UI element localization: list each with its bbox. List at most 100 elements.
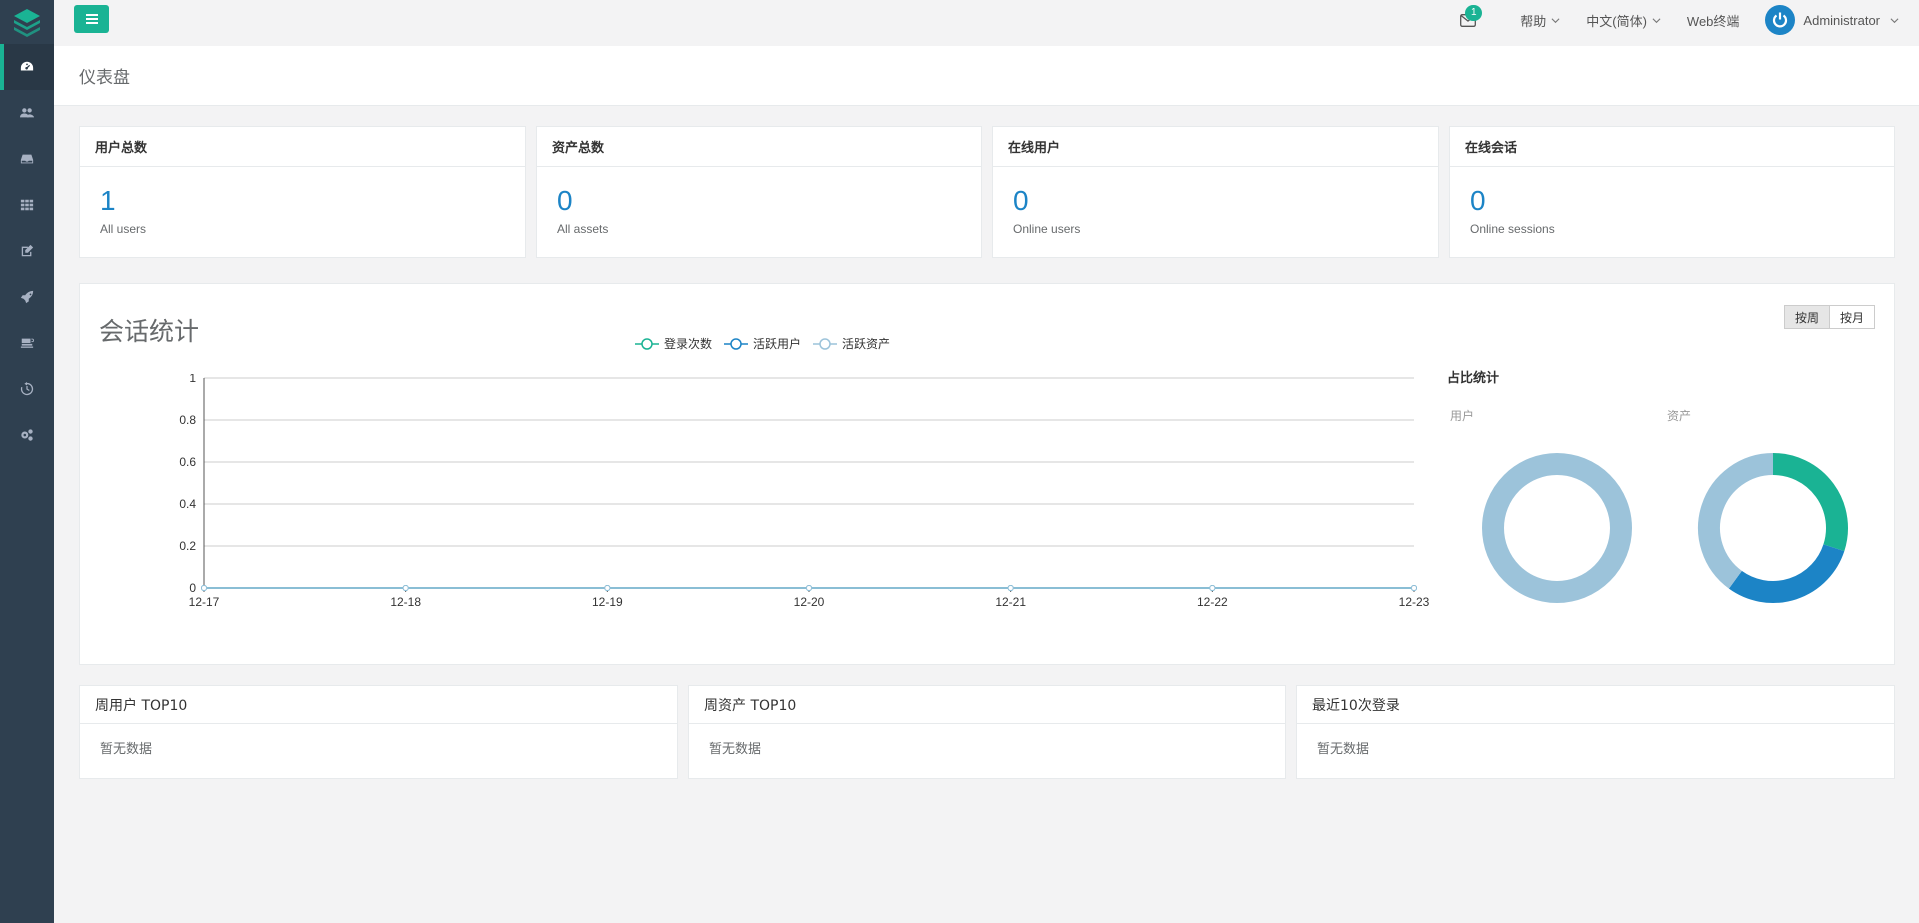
ratio-title: 占比统计 bbox=[1447, 371, 1500, 386]
donut-slice bbox=[1482, 453, 1632, 603]
page-title: 仪表盘 bbox=[79, 68, 130, 88]
stat-card-title: 资产总数 bbox=[537, 127, 981, 167]
terminal-icon bbox=[20, 338, 34, 348]
series-point bbox=[1007, 585, 1014, 591]
month-button[interactable]: 按月 bbox=[1829, 305, 1875, 329]
language-dropdown[interactable]: 中文(简体) bbox=[1586, 11, 1661, 30]
power-icon bbox=[1773, 12, 1788, 28]
series-point bbox=[402, 585, 409, 591]
user-donut-chart bbox=[1482, 453, 1632, 603]
menu-toggle-button[interactable] bbox=[74, 5, 109, 33]
stat-subtitle: All assets bbox=[557, 222, 609, 236]
stat-card-assets: 资产总数 0 All assets bbox=[536, 126, 982, 258]
apps-icon bbox=[20, 199, 34, 211]
messages-badge: 1 bbox=[1465, 4, 1483, 21]
donut-asset-label: 资产 bbox=[1667, 409, 1692, 423]
donut-slice bbox=[1728, 543, 1845, 603]
y-tick-label: 0.2 bbox=[179, 539, 196, 553]
panel-title: 最近10次登录 bbox=[1297, 686, 1894, 724]
recent-logins-panel: 最近10次登录 暂无数据 bbox=[1296, 685, 1895, 779]
stat-subtitle: Online sessions bbox=[1470, 222, 1555, 236]
y-tick-label: 0.6 bbox=[179, 455, 196, 469]
empty-message: 暂无数据 bbox=[100, 742, 153, 757]
x-tick-label: 12-20 bbox=[794, 595, 825, 609]
settings-icon bbox=[21, 429, 33, 441]
logo-icon bbox=[14, 9, 40, 37]
week-asset-top10-panel: 周资产 TOP10 暂无数据 bbox=[688, 685, 1286, 779]
week-user-top10-panel: 周用户 TOP10 暂无数据 bbox=[79, 685, 678, 779]
stat-value: 0 bbox=[1470, 185, 1486, 216]
chevron-down-icon bbox=[1890, 17, 1899, 23]
week-button[interactable]: 按周 bbox=[1783, 305, 1830, 329]
empty-message: 暂无数据 bbox=[709, 742, 762, 757]
messages-button[interactable]: 1 bbox=[1460, 4, 1483, 27]
legend-marker bbox=[635, 337, 659, 350]
stat-card-online-sessions: 在线会话 0 Online sessions bbox=[1449, 126, 1895, 258]
stat-value: 0 bbox=[1013, 185, 1029, 216]
stat-card-title: 在线用户 bbox=[993, 127, 1438, 167]
y-tick-label: 0.4 bbox=[179, 497, 196, 511]
stat-value: 0 bbox=[557, 185, 573, 216]
legend-label: 登录次数 bbox=[664, 337, 713, 351]
chevron-down-icon bbox=[1652, 17, 1661, 23]
period-toggle: 按周 按月 bbox=[1783, 305, 1875, 329]
logo[interactable] bbox=[0, 0, 54, 44]
stat-value: 1 bbox=[100, 185, 116, 216]
stat-card-title: 在线会话 bbox=[1450, 127, 1894, 167]
hamburger-icon bbox=[85, 14, 98, 24]
web-terminal-label: Web终端 bbox=[1686, 13, 1740, 29]
sidebar-item-assets[interactable] bbox=[0, 136, 54, 182]
sidebar-item-ops[interactable] bbox=[0, 274, 54, 320]
y-tick-label: 1 bbox=[189, 374, 196, 385]
page-heading: 仪表盘 bbox=[54, 46, 1919, 106]
history-icon bbox=[20, 382, 34, 396]
stat-card-online-users: 在线用户 0 Online users bbox=[992, 126, 1439, 258]
sidebar-item-apps[interactable] bbox=[0, 182, 54, 228]
legend-item[interactable]: 活跃用户 bbox=[724, 335, 801, 352]
panel-title: 周用户 TOP10 bbox=[80, 686, 677, 724]
sidebar-item-dashboard[interactable] bbox=[0, 44, 54, 90]
help-dropdown[interactable]: 帮助 bbox=[1520, 11, 1560, 30]
legend-marker bbox=[724, 337, 749, 350]
user-dropdown[interactable]: Administrator bbox=[1765, 5, 1899, 35]
users-icon bbox=[20, 108, 34, 118]
session-title: 会话统计 bbox=[99, 317, 200, 346]
x-tick-label: 12-18 bbox=[390, 595, 421, 609]
user-name: Administrator bbox=[1803, 12, 1880, 28]
sidebar-item-history[interactable] bbox=[0, 366, 54, 412]
topbar: 1 帮助 中文(简体) Web终端 Administrator bbox=[54, 0, 1919, 44]
edit-icon bbox=[21, 244, 34, 257]
stat-subtitle: Online users bbox=[1013, 222, 1081, 236]
y-tick-label: 0.8 bbox=[179, 413, 196, 427]
x-tick-label: 12-17 bbox=[189, 595, 220, 609]
legend-item[interactable]: 活跃资产 bbox=[813, 335, 890, 352]
y-tick-label: 0 bbox=[189, 581, 196, 595]
sidebar-item-terminal[interactable] bbox=[0, 320, 54, 366]
series-point bbox=[1209, 585, 1216, 591]
assets-icon bbox=[20, 154, 34, 164]
sidebar-item-settings[interactable] bbox=[0, 412, 54, 458]
session-stats-panel: 会话统计 登录次数 活跃用户 活跃资产 按周 按月 0 0.2 0.4 0.6 0.8 1 12… bbox=[79, 283, 1895, 665]
legend-label: 活跃资产 bbox=[842, 337, 891, 351]
avatar bbox=[1765, 5, 1796, 35]
x-tick-label: 12-21 bbox=[995, 595, 1026, 609]
stat-subtitle: All users bbox=[100, 222, 147, 236]
sidebar-item-perms[interactable] bbox=[0, 228, 54, 274]
series-point bbox=[201, 585, 207, 591]
series-point bbox=[1411, 585, 1417, 591]
x-tick-label: 12-22 bbox=[1197, 595, 1228, 609]
dashboard-icon bbox=[20, 61, 34, 71]
donut-user-label: 用户 bbox=[1450, 409, 1475, 423]
sidebar-item-users[interactable] bbox=[0, 90, 54, 136]
series-point bbox=[806, 585, 812, 591]
chevron-down-icon bbox=[1551, 17, 1560, 23]
series-point bbox=[604, 585, 611, 591]
legend-label: 活跃用户 bbox=[753, 337, 802, 351]
web-terminal-link[interactable]: Web终端 bbox=[1687, 11, 1740, 30]
x-tick-label: 12-23 bbox=[1399, 595, 1430, 609]
legend-item[interactable]: 登录次数 bbox=[635, 335, 712, 352]
donut-slice bbox=[1698, 453, 1774, 589]
donut-slice bbox=[1772, 453, 1848, 552]
legend-marker bbox=[813, 337, 838, 350]
rocket-icon bbox=[20, 290, 34, 304]
